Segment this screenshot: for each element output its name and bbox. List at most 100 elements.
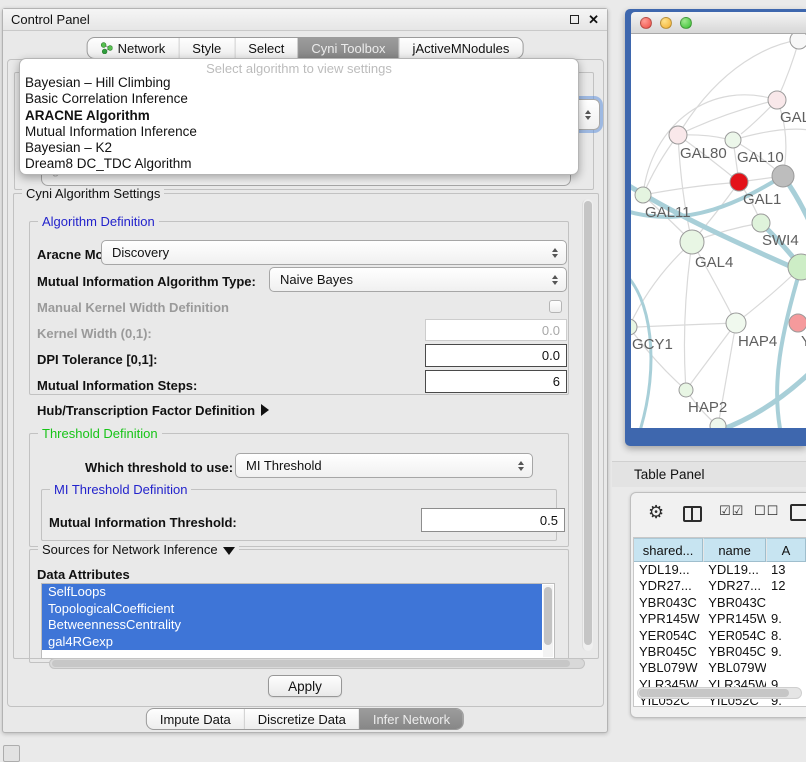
network-node-gcy1[interactable] (631, 319, 637, 335)
network-node-hap4[interactable] (726, 313, 746, 333)
algorithm-option[interactable]: ARACNE Algorithm (20, 108, 578, 124)
network-edge[interactable] (777, 40, 799, 100)
tab-label: Style (192, 41, 221, 56)
float-window-icon[interactable] (570, 15, 579, 24)
tab-label: Impute Data (160, 712, 231, 727)
network-edge[interactable] (643, 183, 730, 195)
kernel-width-field[interactable]: 0.0 (425, 319, 567, 341)
table-column-header[interactable]: name (703, 538, 766, 562)
close-traffic-light-icon[interactable] (640, 17, 652, 29)
dpi-tolerance-field[interactable]: 0.0 (425, 344, 567, 367)
minimize-traffic-light-icon[interactable] (660, 17, 672, 29)
column-selector-icon[interactable] (683, 506, 702, 522)
algorithm-option[interactable]: Basic Correlation Inference (20, 91, 578, 107)
table-row[interactable]: YDL19...YDL19...13 (634, 562, 806, 578)
close-icon[interactable]: ✕ (588, 13, 599, 26)
table-horizontal-scrollbar[interactable] (637, 687, 802, 699)
network-node-gal1[interactable] (730, 173, 748, 191)
table-cell: YDR27... (634, 578, 703, 594)
settings-horizontal-scrollbar[interactable] (49, 658, 585, 669)
attributes-list-scrollbar[interactable] (543, 585, 553, 657)
tab-network[interactable]: Network (88, 38, 179, 58)
node-table: shared...nameA YDL19...YDL19...13YDR27..… (633, 537, 806, 707)
network-node-hap2[interactable] (679, 383, 693, 397)
tab-select[interactable]: Select (234, 38, 297, 58)
network-canvas[interactable]: GALGAL80GAL10GAL1GAL11SWI4GAL4HAP4YGCY1H… (631, 34, 806, 428)
tab-style[interactable]: Style (178, 38, 234, 58)
network-edge[interactable] (686, 323, 736, 390)
settings-vertical-scrollbar[interactable] (582, 199, 593, 651)
tab-discretize-data[interactable]: Discretize Data (244, 709, 359, 729)
table-panel-titlebar: Table Panel (612, 461, 806, 487)
manual-kernel-checkbox[interactable] (549, 300, 562, 313)
table-column-header[interactable]: shared... (634, 538, 703, 562)
table-cell: YBL079W (703, 660, 766, 676)
network-node-gal[interactable] (768, 91, 786, 109)
apply-button[interactable]: Apply (268, 675, 342, 697)
dpi-tolerance-value: 0.0 (542, 348, 560, 363)
settings-gear-icon[interactable]: ⚙ (648, 502, 664, 523)
table-row[interactable]: YBR045CYBR045C9. (634, 644, 806, 660)
tab-jactivemnodules[interactable]: jActiveMNodules (399, 38, 523, 58)
network-window-titlebar[interactable] (631, 12, 806, 34)
table-row[interactable]: YDR27...YDR27...12 (634, 578, 806, 594)
network-node-gal11[interactable] (635, 187, 651, 203)
network-node-label: HAP4 (738, 333, 777, 350)
table-row[interactable]: YBL079WYBL079W (634, 660, 806, 676)
algorithm-option[interactable]: Mutual Information Inference (20, 124, 578, 140)
network-node[interactable] (710, 418, 726, 428)
tab-impute-data[interactable]: Impute Data (147, 709, 244, 729)
data-attribute-item[interactable]: BetweennessCentrality (42, 617, 542, 634)
network-node-gal10[interactable] (725, 132, 741, 148)
network-node-y[interactable] (789, 314, 806, 332)
table-body: YDL19...YDL19...13YDR27...YDR27...12YBR0… (634, 562, 806, 707)
table-cell: YBR043C (634, 595, 703, 611)
algorithm-option[interactable]: Bayesian – K2 (20, 140, 578, 156)
table-row[interactable]: YPR145WYPR145W9. (634, 611, 806, 627)
collapsed-panel-stub[interactable] (3, 745, 20, 762)
network-edge[interactable] (678, 100, 777, 135)
select-all-icon[interactable]: ☑☑ (719, 504, 744, 519)
mi-type-label: Mutual Information Algorithm Type: (37, 274, 256, 289)
sources-title[interactable]: Sources for Network Inference (38, 542, 239, 557)
network-node-gal80[interactable] (669, 126, 687, 144)
data-attribute-item[interactable]: gal4RGexp (42, 634, 542, 651)
mi-type-combo[interactable]: Naive Bayes (269, 267, 567, 292)
which-threshold-combo[interactable]: MI Threshold (235, 453, 533, 478)
table-column-header[interactable]: A (766, 538, 806, 562)
network-node-gal4[interactable] (680, 230, 704, 254)
mi-threshold-title: MI Threshold Definition (50, 482, 191, 497)
tab-infer-network[interactable]: Infer Network (359, 709, 463, 729)
network-edge[interactable] (733, 129, 806, 140)
mi-type-value: Naive Bayes (280, 272, 353, 287)
zoom-traffic-light-icon[interactable] (680, 17, 692, 29)
algorithm-option[interactable]: Bayesian – Hill Climbing (20, 75, 578, 91)
network-graph: GALGAL80GAL10GAL1GAL11SWI4GAL4HAP4YGCY1H… (631, 34, 806, 428)
network-edge[interactable] (637, 323, 736, 327)
tab-cyni-toolbox[interactable]: Cyni Toolbox (297, 38, 398, 58)
network-edge[interactable] (631, 242, 692, 327)
table-cell: YDR27... (703, 578, 766, 594)
hub-definition-expander[interactable]: Hub/Transcription Factor Definition (37, 403, 269, 418)
table-row[interactable]: YBR043CYBR043C (634, 595, 806, 611)
table-cell: YBR043C (703, 595, 766, 611)
aracne-mode-combo[interactable]: Discovery (101, 240, 567, 265)
combo-arrows-icon (552, 275, 558, 285)
tab-label: Cyni Toolbox (311, 41, 385, 56)
data-attribute-item[interactable]: SelfLoops (42, 584, 542, 601)
network-node-label: SWI4 (762, 232, 799, 249)
network-node-swi4[interactable] (752, 214, 770, 232)
table-cell (766, 660, 806, 676)
algorithm-option[interactable]: Dream8 DC_TDC Algorithm (20, 156, 578, 172)
table-cell: YBR045C (634, 644, 703, 660)
data-attribute-item[interactable]: TopologicalCoefficient (42, 601, 542, 618)
mi-threshold-field[interactable]: 0.5 (421, 508, 565, 532)
deselect-all-icon[interactable]: ☐☐ (754, 504, 779, 519)
mi-steps-field[interactable]: 6 (425, 370, 567, 393)
network-edge[interactable] (684, 242, 692, 390)
network-node[interactable] (790, 34, 806, 49)
network-edge-highlighted[interactable] (777, 267, 801, 428)
function-builder-icon[interactable] (790, 504, 806, 521)
network-node[interactable] (772, 165, 794, 187)
table-row[interactable]: YER054CYER054C8. (634, 628, 806, 644)
